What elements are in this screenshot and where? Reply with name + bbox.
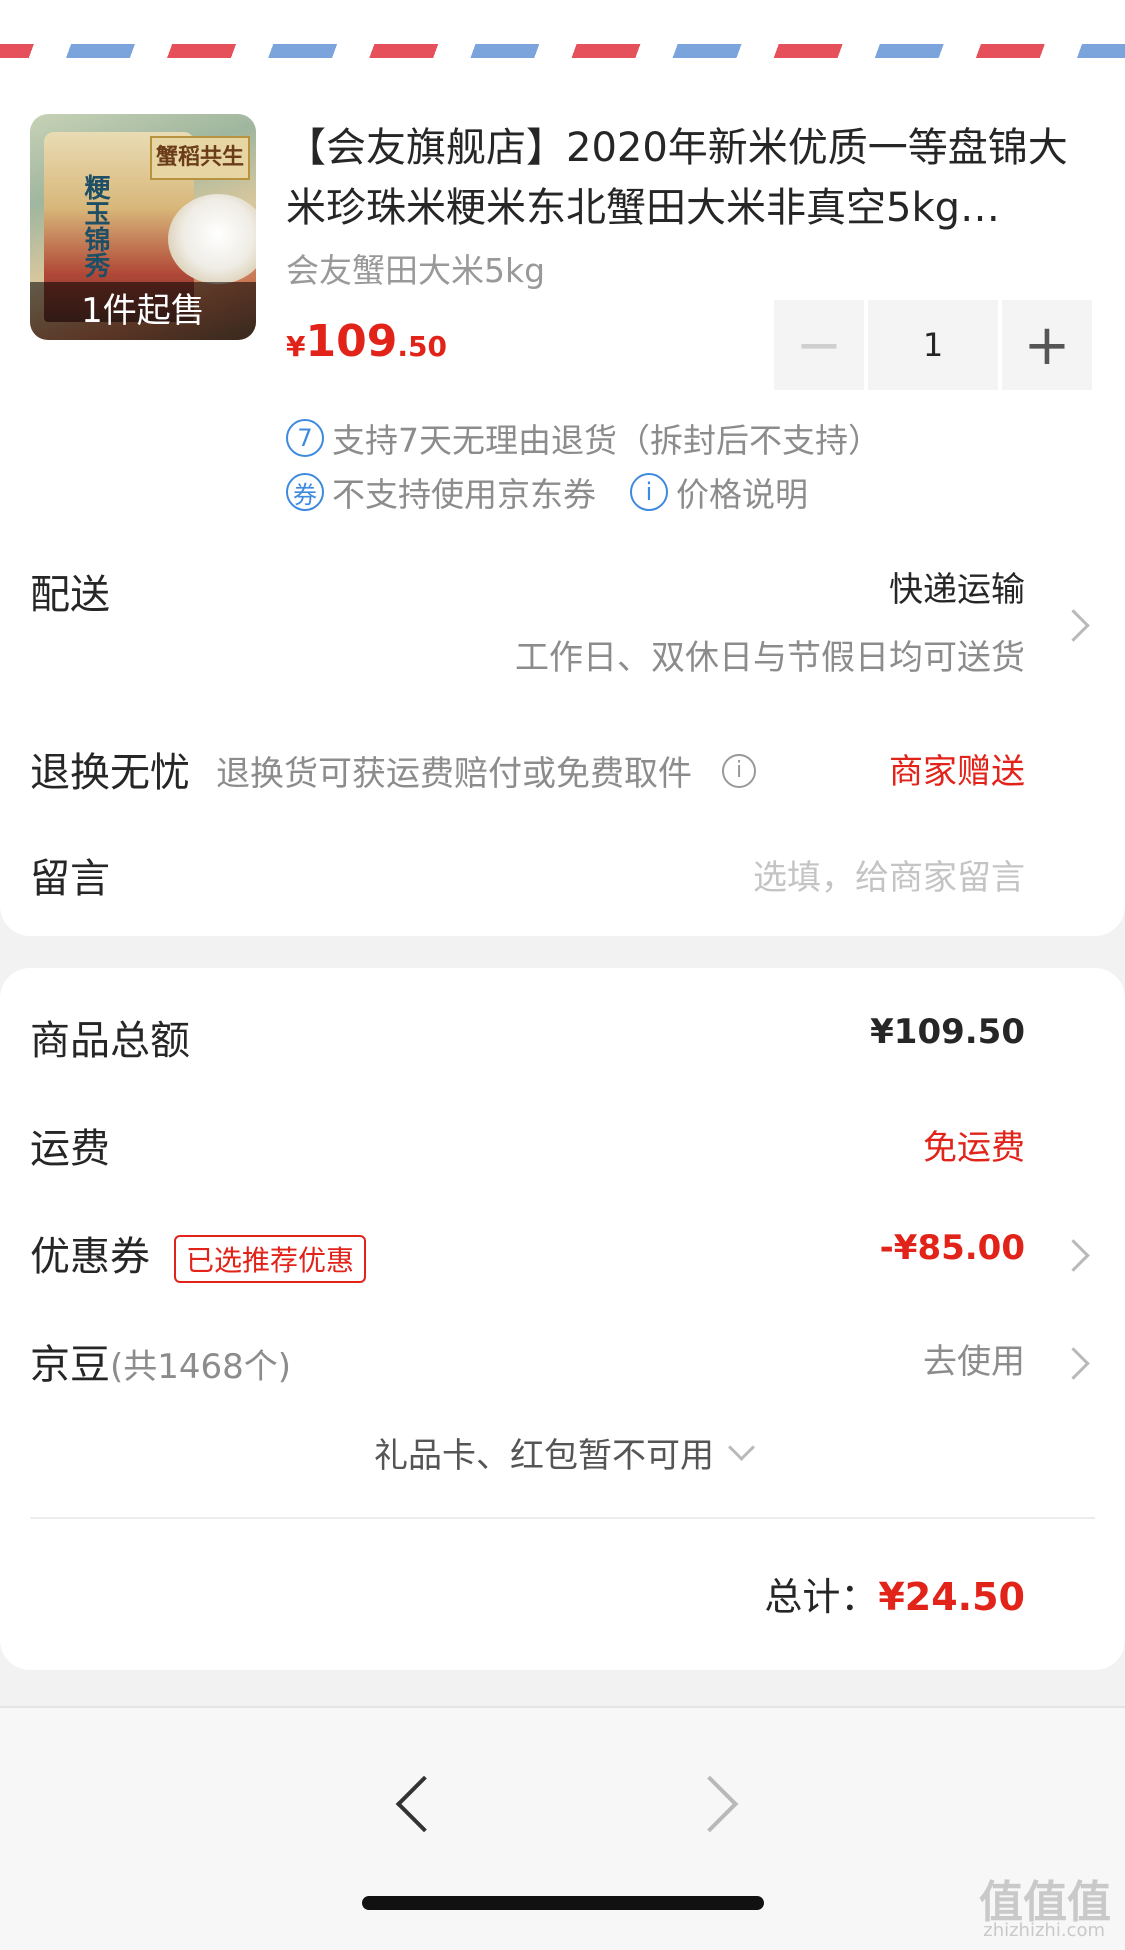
gift-card-unavailable[interactable]: 礼品卡、红包暂不可用	[0, 1428, 1125, 1477]
watermark-url: zhizhizhi.com	[983, 1920, 1105, 1941]
thumb-vertical-text: 粳玉锦秀	[80, 174, 110, 278]
returns-note-group: 退换货可获运费赔付或免费取件 i	[216, 746, 756, 795]
home-indicator[interactable]	[362, 1896, 764, 1910]
shipping-value: 免运费	[923, 1128, 1025, 1168]
message-input[interactable]: 选填，给商家留言	[753, 850, 1025, 899]
order-summary-card: 商品总额 ¥109.50 运费 免运费 优惠券 已选推荐优惠 -¥85.00 京豆…	[0, 968, 1125, 1670]
returns-value: 商家赠送	[889, 752, 1025, 792]
goods-total-value: ¥109.50	[870, 1012, 1025, 1052]
message-label: 留言	[30, 856, 110, 902]
beans-action[interactable]: 去使用	[923, 1334, 1025, 1383]
min-order-badge: 1件起售	[30, 282, 256, 340]
thumb-brand-label: 蟹稻共生	[150, 136, 250, 180]
beans-row: 京豆(共1468个)	[30, 1332, 291, 1390]
forward-arrow-icon[interactable]	[681, 1775, 739, 1833]
price-explanation-link[interactable]: 价格说明	[676, 468, 808, 516]
coupon-tag: 已选推荐优惠	[174, 1235, 367, 1283]
price-decimal: .50	[397, 330, 447, 363]
beans-label: 京豆	[30, 1342, 110, 1388]
delivery-chevron-icon[interactable]	[1057, 609, 1090, 642]
airmail-stripes	[0, 44, 1125, 58]
return-policy-row: 7 支持7天无理由退货（拆封后不支持）	[286, 414, 881, 462]
price-integer: 109	[305, 316, 398, 367]
decrease-button[interactable]: −	[774, 300, 864, 390]
coupon-policy-row: 券 不支持使用京东券 i 价格说明	[286, 468, 808, 516]
product-thumbnail[interactable]: 蟹稻共生 粳玉锦秀 1件起售	[30, 114, 256, 340]
coupon-value[interactable]: -¥85.00	[880, 1228, 1025, 1268]
coupon-chevron-icon[interactable]	[1057, 1239, 1090, 1272]
goods-total-label: 商品总额	[30, 1018, 190, 1064]
price-currency: ¥	[286, 330, 306, 363]
product-spec: 会友蟹田大米5kg	[286, 251, 546, 290]
order-total: 总计：¥24.50	[764, 1566, 1025, 1621]
beans-chevron-icon[interactable]	[1057, 1347, 1090, 1380]
airmail-border	[0, 0, 1125, 84]
delivery-method[interactable]: 快递运输	[889, 562, 1025, 611]
total-value: ¥24.50	[878, 1575, 1025, 1619]
delivery-label: 配送	[30, 572, 110, 618]
product-price: ¥109.50	[286, 316, 447, 367]
quantity-value[interactable]: 1	[868, 300, 998, 390]
beans-count: (共1468个)	[110, 1347, 292, 1387]
shipping-label: 运费	[30, 1126, 110, 1172]
chevron-down-icon	[728, 1434, 755, 1461]
coupon-label: 优惠券	[30, 1234, 150, 1280]
returns-info-icon[interactable]: i	[722, 753, 756, 788]
increase-button[interactable]: +	[1002, 300, 1092, 390]
coupon-icon: 券	[286, 473, 324, 511]
coupon-row[interactable]: 优惠券 已选推荐优惠	[30, 1224, 367, 1283]
return-policy-text: 支持7天无理由退货（拆封后不支持）	[332, 421, 881, 460]
coupon-policy-text: 不支持使用京东券	[332, 475, 596, 514]
order-item-card: 蟹稻共生 粳玉锦秀 1件起售 【会友旗舰店】2020年新米优质一等盘锦大米珍珠米…	[0, 84, 1125, 936]
returns-note: 退换货可获运费赔付或免费取件	[216, 754, 692, 794]
browser-bottom-bar: 值值值 zhizhizhi.com	[0, 1706, 1125, 1950]
info-icon[interactable]: i	[630, 473, 668, 511]
divider	[30, 1517, 1095, 1519]
product-title[interactable]: 【会友旗舰店】2020年新米优质一等盘锦大米珍珠米粳米东北蟹田大米非真空5kg…	[286, 118, 1086, 238]
unavailable-text: 礼品卡、红包暂不可用	[374, 1436, 714, 1476]
back-arrow-icon[interactable]	[395, 1775, 453, 1833]
returns-label: 退换无忧	[30, 750, 190, 796]
delivery-note: 工作日、双休日与节假日均可送货	[515, 638, 1025, 678]
total-label: 总计：	[764, 1575, 879, 1619]
quantity-stepper: − 1 +	[774, 300, 1096, 390]
seven-day-icon: 7	[286, 419, 324, 457]
